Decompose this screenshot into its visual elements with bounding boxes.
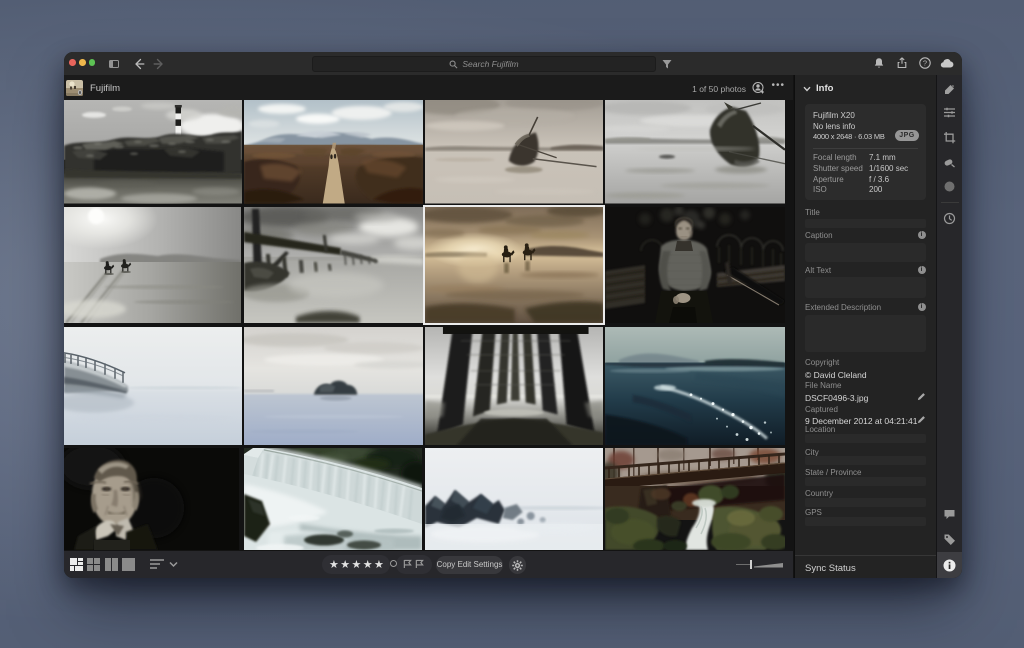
svg-text:?: ? — [922, 59, 926, 68]
